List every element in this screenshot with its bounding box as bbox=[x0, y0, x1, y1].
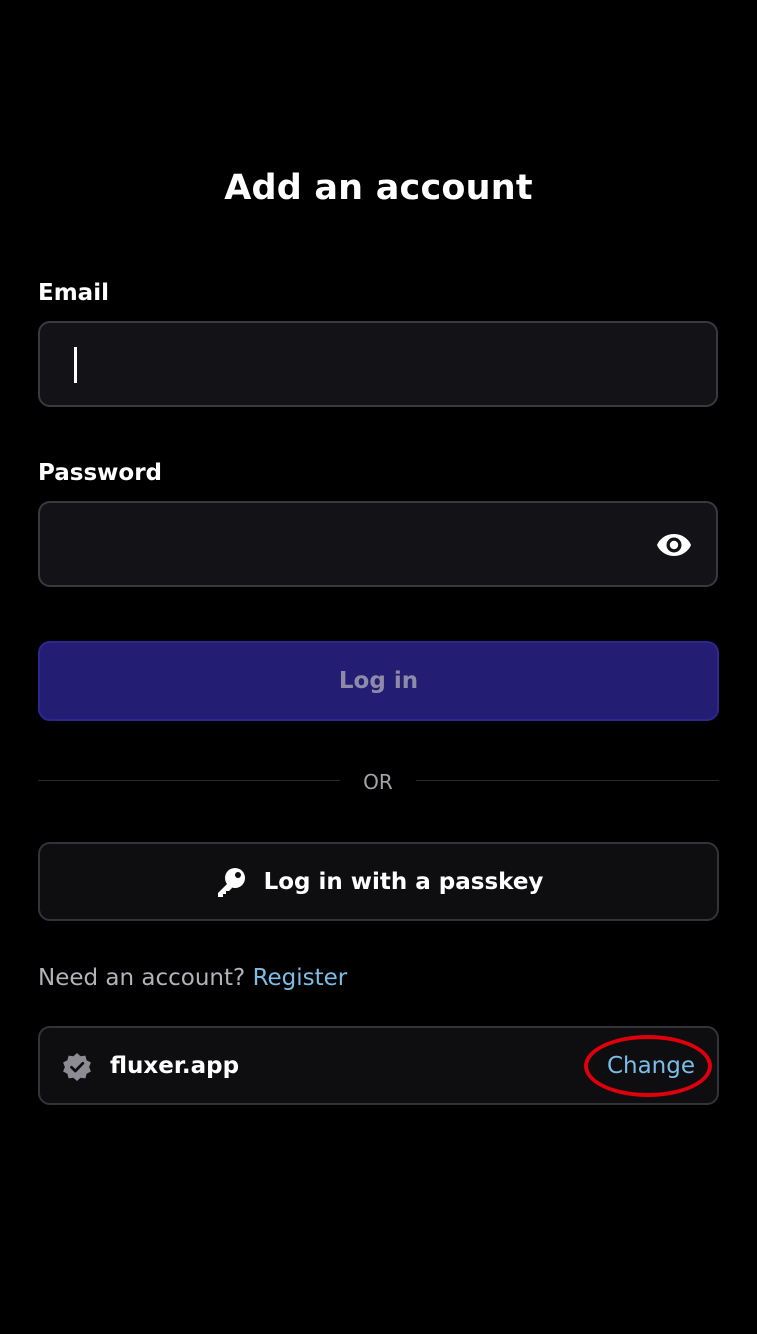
register-prompt-text: Need an account? bbox=[38, 965, 246, 991]
login-button-label: Log in bbox=[338, 668, 419, 694]
passkey-button-label: Log in with a passkey bbox=[263, 868, 544, 895]
instance-name: fluxer.app bbox=[110, 1053, 240, 1079]
password-field[interactable] bbox=[38, 501, 718, 587]
divider-line-left bbox=[38, 780, 340, 781]
divider-line-right bbox=[416, 780, 719, 781]
instance-selector: fluxer.app Change bbox=[38, 1026, 719, 1105]
passkey-login-button[interactable]: Log in with a passkey bbox=[38, 842, 719, 921]
login-button[interactable]: Log in bbox=[38, 641, 719, 721]
key-icon bbox=[217, 867, 245, 897]
email-label: Email bbox=[38, 280, 109, 306]
verified-badge-icon bbox=[63, 1053, 91, 1081]
page-title: Add an account bbox=[224, 168, 533, 208]
change-instance-link[interactable]: Change bbox=[607, 1050, 695, 1082]
text-caret bbox=[74, 347, 77, 383]
eye-icon[interactable] bbox=[656, 531, 692, 559]
register-prompt: Need an account? Register bbox=[38, 962, 347, 994]
register-link[interactable]: Register bbox=[253, 965, 348, 991]
email-field[interactable] bbox=[38, 321, 718, 407]
password-label: Password bbox=[38, 460, 162, 486]
divider-or-text: OR bbox=[363, 770, 393, 794]
